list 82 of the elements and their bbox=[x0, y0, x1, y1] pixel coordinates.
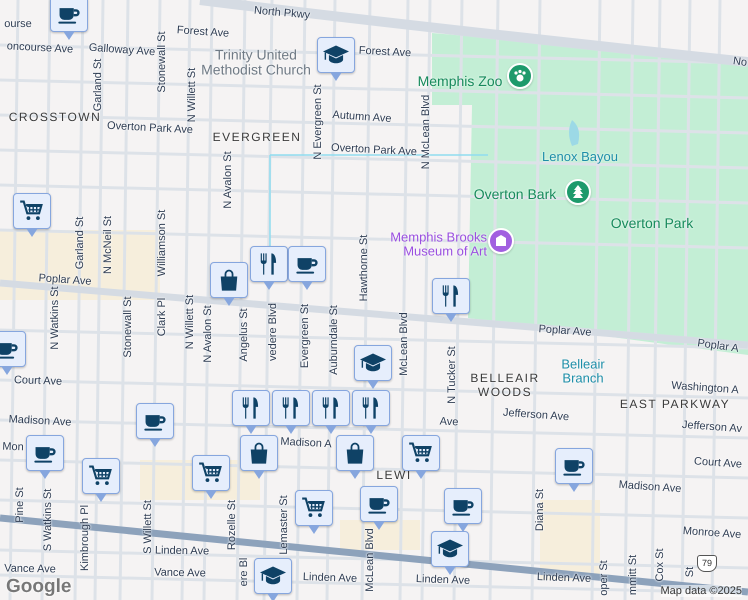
street-label: S Watkins St bbox=[42, 488, 54, 552]
street-label: Court Ave bbox=[14, 374, 62, 388]
street-label: Mon bbox=[2, 440, 24, 454]
street-label: Kimbrough Pl bbox=[79, 504, 91, 572]
street-label: Lemaster St bbox=[278, 495, 290, 555]
street-label: Evergreen St bbox=[299, 304, 311, 368]
google-logo: Google bbox=[6, 576, 72, 598]
street-label: N Tucker St bbox=[446, 346, 458, 404]
street-label: Rozelle St bbox=[226, 500, 238, 550]
neighborhood-label: EVERGREEN bbox=[212, 130, 302, 144]
neighborhood-label: EAST PARKWAY bbox=[620, 397, 730, 411]
place-label: Overton Park bbox=[610, 215, 694, 231]
street-label: ourse bbox=[4, 18, 32, 30]
street-label: Madison A bbox=[280, 436, 332, 450]
street-label: Washington A bbox=[670, 380, 740, 396]
street-label: Angelus St bbox=[238, 308, 250, 362]
street-label: Auburndale St bbox=[328, 305, 340, 375]
street-label: N Watkins St bbox=[49, 286, 61, 350]
street-label: Stonewall St bbox=[122, 296, 134, 358]
lake bbox=[569, 120, 580, 146]
street-label: Monroe Ave bbox=[682, 524, 742, 542]
street-label: Cox St bbox=[654, 548, 666, 582]
street-label: No bbox=[732, 55, 748, 69]
neighborhood-label: BELLEAIR WOODS bbox=[470, 371, 540, 399]
street-label: Madison Ave bbox=[8, 413, 72, 429]
street-label: Galloway Ave bbox=[88, 42, 156, 58]
street-label: N Evergreen St bbox=[312, 84, 324, 160]
street-label: Poplar A bbox=[696, 337, 740, 355]
street-label: Forest Ave bbox=[176, 24, 230, 40]
street-label: McLean Blvd bbox=[364, 528, 376, 592]
street-label: North Pkwy bbox=[253, 4, 311, 22]
place-label: Overton Bark bbox=[474, 186, 556, 202]
street-label: Linden Ave bbox=[154, 544, 210, 558]
tree-icon bbox=[570, 184, 586, 200]
street-label: Ave bbox=[439, 416, 459, 428]
street-label: Stonewall St bbox=[156, 31, 168, 93]
street-label: Garland St bbox=[74, 216, 86, 270]
street-label: Court Ave bbox=[694, 455, 742, 471]
museum-icon bbox=[493, 233, 509, 249]
street-label: N McLean Blvd bbox=[420, 94, 432, 170]
street-label: Hawthorne St bbox=[358, 234, 370, 302]
street-label: S Willett St bbox=[142, 500, 154, 554]
street-label: Jefferson Ave bbox=[502, 406, 570, 424]
street-label: McLean Blvd bbox=[398, 312, 410, 376]
street-label: Autumn Ave bbox=[332, 108, 392, 126]
street-label: Overton Park Ave bbox=[330, 142, 418, 158]
street-label: Poplar Ave bbox=[38, 272, 92, 288]
street-label: N Avalon St bbox=[222, 151, 234, 209]
street-label: Linden Ave bbox=[536, 571, 592, 585]
street-label: Diana St bbox=[534, 488, 546, 532]
place-label: Trinity United Methodist Church bbox=[200, 47, 312, 77]
street-label: oper St bbox=[598, 560, 610, 596]
street-label: Garland St bbox=[92, 58, 104, 112]
street-label: Forest Ave bbox=[358, 44, 412, 60]
street-label: vedere Blvd bbox=[267, 302, 279, 362]
street-label: Pine St bbox=[14, 487, 26, 523]
place-label: Belleair Branch bbox=[561, 358, 605, 386]
street-label: Vance Ave bbox=[4, 562, 56, 576]
highway-shield: 79 bbox=[697, 555, 717, 572]
street-label: Linden Ave bbox=[302, 571, 358, 585]
street-label: ere Bl bbox=[238, 558, 250, 586]
place-label: Memphis Brooks Museum of Art bbox=[389, 230, 487, 258]
street-label: Jefferson Av bbox=[682, 418, 742, 436]
street-label: Clark Pl bbox=[156, 298, 168, 336]
street-label: Linden Ave bbox=[416, 573, 470, 587]
street-label: N McNeil St bbox=[102, 216, 114, 274]
street-label: mmitt St bbox=[627, 554, 639, 596]
neighborhood-label: CROSSTOWN bbox=[8, 110, 102, 124]
street-label: N Willett St bbox=[184, 294, 196, 350]
place-label: Lenox Bayou bbox=[542, 150, 618, 164]
place-label: Memphis Zoo bbox=[418, 73, 502, 89]
street-label: Poplar Ave bbox=[538, 323, 592, 339]
street-label: N Avalon St bbox=[202, 305, 214, 363]
street-label: Williamson St bbox=[156, 210, 168, 276]
street-label: N Willett St bbox=[186, 68, 198, 122]
map-attribution: Map data ©2025 bbox=[660, 585, 742, 597]
paw-icon bbox=[512, 68, 528, 84]
street-label: Madison Ave bbox=[618, 478, 682, 496]
street-label: St bbox=[684, 566, 696, 578]
street-label: Vance Ave bbox=[154, 566, 206, 580]
neighborhood-label: LEWI bbox=[376, 468, 412, 482]
street-label: oncourse Ave bbox=[6, 40, 74, 56]
